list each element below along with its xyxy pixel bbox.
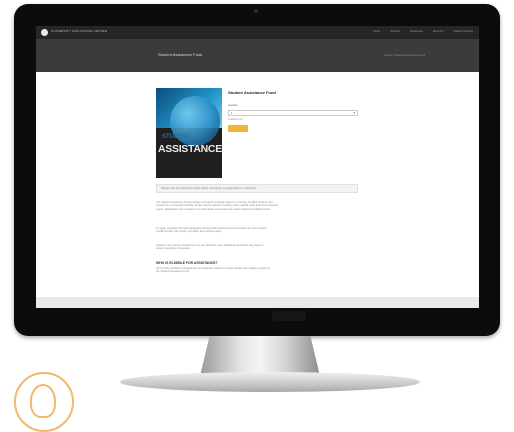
brand-logo-icon[interactable] bbox=[41, 29, 48, 36]
nav-links: Home Services Resources About Us Student… bbox=[373, 30, 473, 33]
footer-bar bbox=[36, 297, 479, 308]
product-title: Student Assistance Fund bbox=[228, 90, 276, 95]
paragraph-1: The Student Assistance Fund provides eme… bbox=[156, 201, 360, 211]
breadcrumb[interactable]: Home / Student Assistance Fund bbox=[384, 53, 425, 57]
add-to-cart-button[interactable]: Add to Cart bbox=[228, 125, 248, 138]
nav-link-home[interactable]: Home bbox=[373, 30, 380, 33]
product-cover-image: STUDENT ASSISTANCE bbox=[156, 88, 222, 178]
eligibility-paragraph: All currently enrolled undergraduate and… bbox=[156, 267, 360, 274]
monitor-bezel: UNIVERSITY ASSISTANCE CENTER Home Servic… bbox=[14, 4, 500, 336]
monitor-stand-base bbox=[120, 372, 420, 392]
notice-box: Please read the information below before… bbox=[156, 184, 358, 193]
chevron-down-icon: ▾ bbox=[353, 111, 355, 115]
screen: UNIVERSITY ASSISTANCE CENTER Home Servic… bbox=[36, 26, 479, 308]
cover-word-main: ASSISTANCE bbox=[158, 143, 222, 155]
badge-glyph-icon bbox=[30, 384, 56, 418]
quantity-label: Quantity bbox=[228, 104, 238, 107]
nav-link-student-services[interactable]: Student Services bbox=[453, 30, 473, 33]
nav-link-about[interactable]: About Us bbox=[433, 30, 444, 33]
top-navigation-bar: UNIVERSITY ASSISTANCE CENTER Home Servic… bbox=[36, 26, 479, 39]
paragraph-3: Students may receive assistance once per… bbox=[156, 244, 360, 251]
eligibility-heading: WHO IS ELIGIBLE FOR ASSISTANCE? bbox=[156, 261, 218, 265]
paragraph-line: the Student Assistance Fund. bbox=[156, 270, 190, 274]
webcam-icon bbox=[254, 9, 258, 13]
paragraph-2: To apply, complete the online applicatio… bbox=[156, 227, 360, 234]
brand-name[interactable]: UNIVERSITY ASSISTANCE CENTER bbox=[51, 29, 107, 33]
page-title: Student Assistance Fund bbox=[158, 52, 203, 57]
page-header: Student Assistance Fund Home / Student A… bbox=[36, 39, 479, 72]
quantity-select[interactable]: 1 ▾ bbox=[228, 110, 358, 116]
cover-word-top: STUDENT bbox=[162, 134, 191, 140]
nav-link-services[interactable]: Services bbox=[390, 30, 400, 33]
paragraph-line: A staff member will contact you within f… bbox=[156, 230, 222, 234]
notice-text: Please read the information below before… bbox=[161, 187, 258, 190]
paragraph-line: needs. Applications are reviewed on a ro… bbox=[156, 207, 271, 211]
quantity-select-value: 1 bbox=[231, 112, 233, 115]
nav-link-resources[interactable]: Resources bbox=[410, 30, 422, 33]
monitor-logo-band bbox=[272, 311, 306, 321]
corner-badge-icon bbox=[14, 372, 74, 432]
monitor-stand bbox=[200, 336, 320, 376]
availability-hint: Available now bbox=[228, 118, 243, 121]
add-to-cart-label: Add to Cart bbox=[231, 135, 245, 138]
paragraph-line: certain categories of expense. bbox=[156, 247, 191, 251]
